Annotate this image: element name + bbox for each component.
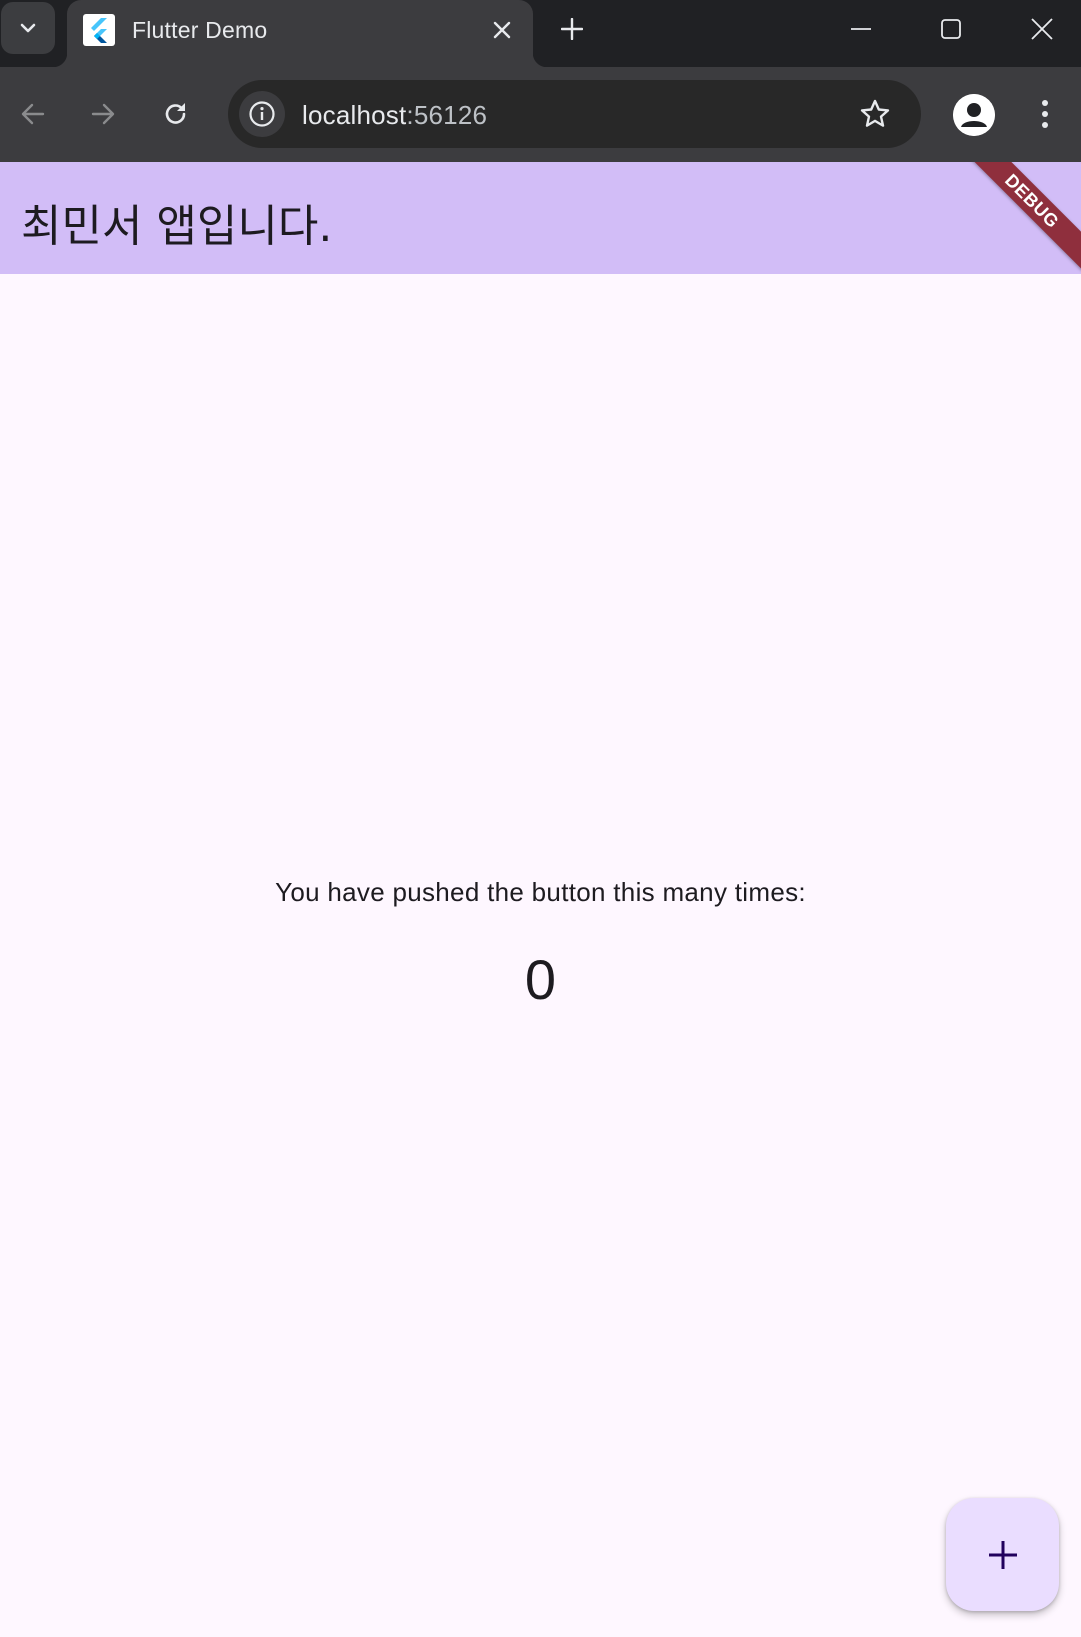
plus-icon xyxy=(988,1540,1017,1569)
arrow-right-icon xyxy=(91,103,115,125)
increment-button[interactable] xyxy=(946,1498,1059,1611)
person-icon xyxy=(953,94,995,136)
chevron-down-icon xyxy=(20,23,36,33)
url-host: localhost xyxy=(302,100,407,130)
star-icon xyxy=(860,99,890,127)
counter-label: You have pushed the button this many tim… xyxy=(275,877,806,907)
close-icon xyxy=(493,21,511,39)
flutter-logo-icon xyxy=(83,14,115,46)
profile-button[interactable] xyxy=(953,94,995,136)
forward-button[interactable] xyxy=(79,90,127,138)
reload-icon xyxy=(165,103,186,124)
reload-button[interactable] xyxy=(152,90,200,138)
address-bar[interactable]: localhost:56126 xyxy=(228,80,921,148)
maximize-icon xyxy=(941,19,961,39)
tab-search-button[interactable] xyxy=(1,2,55,54)
browser-toolbar: localhost:56126 xyxy=(0,67,1081,162)
info-icon xyxy=(249,101,275,127)
app-page: 최민서 앱입니다. DEBUG You have pushed the butt… xyxy=(0,162,1081,1637)
tab-close-button[interactable] xyxy=(486,14,518,46)
tab-title: Flutter Demo xyxy=(132,17,268,43)
app-title: 최민서 앱입니다. xyxy=(21,201,333,252)
back-button[interactable] xyxy=(9,90,57,138)
arrow-left-icon xyxy=(21,103,45,125)
app-bar: 최민서 앱입니다. xyxy=(0,162,1081,274)
bookmark-button[interactable] xyxy=(855,94,895,134)
url-text[interactable]: localhost:56126 xyxy=(302,100,487,131)
plus-icon xyxy=(561,18,583,40)
browser-tab[interactable]: Flutter Demo xyxy=(53,0,547,67)
maximize-button[interactable] xyxy=(906,0,996,58)
counter-value: 0 xyxy=(524,948,557,1011)
new-tab-button[interactable] xyxy=(553,10,591,48)
url-port: :56126 xyxy=(406,100,488,130)
window-close-button[interactable] xyxy=(997,0,1081,58)
minimize-icon xyxy=(851,28,871,30)
site-info-button[interactable] xyxy=(239,91,285,137)
browser-menu-button[interactable] xyxy=(1024,90,1066,138)
tab-strip: Flutter Demo xyxy=(0,0,1081,67)
minimize-button[interactable] xyxy=(816,0,906,58)
close-icon xyxy=(1031,18,1053,40)
more-vert-icon xyxy=(1042,100,1048,128)
